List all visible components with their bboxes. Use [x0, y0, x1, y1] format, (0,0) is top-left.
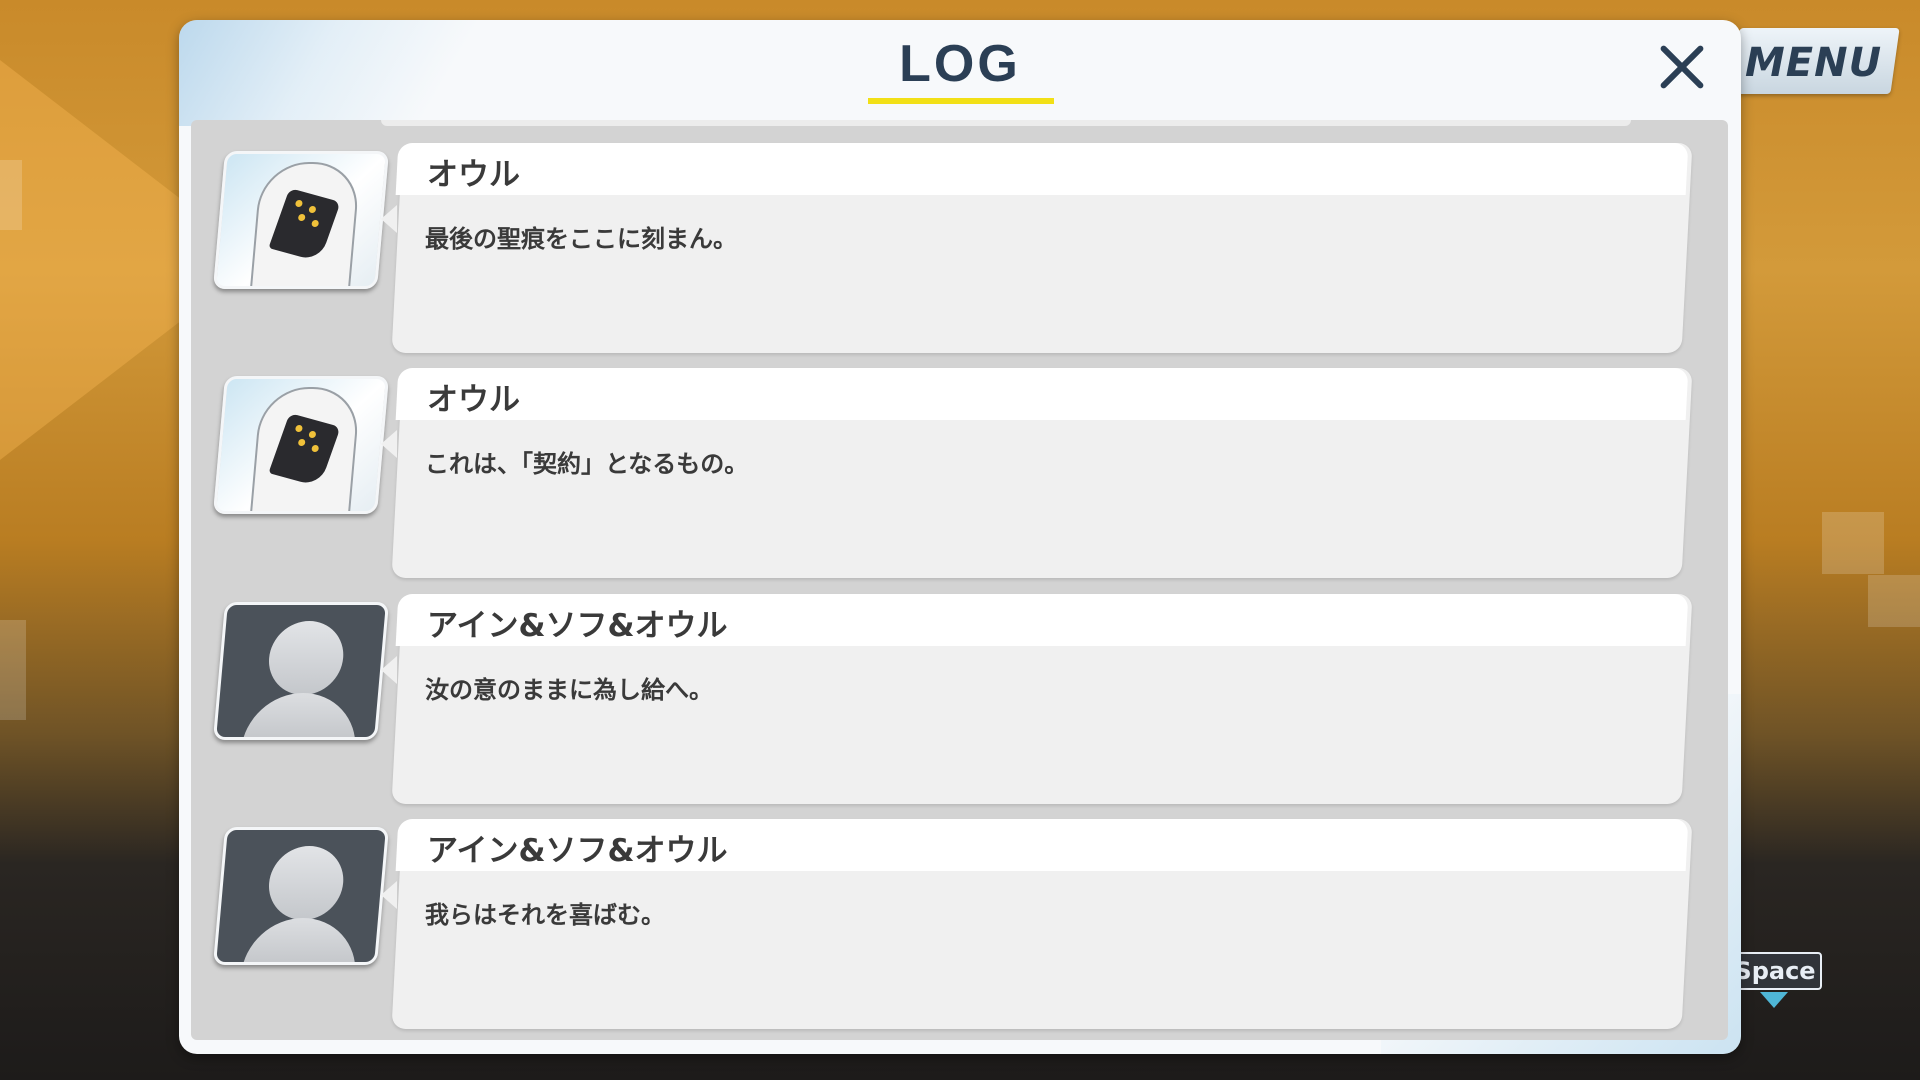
- dialogue-text: 我らはそれを喜ばむ。: [425, 901, 665, 929]
- log-entry: オウル これは、「契約」となるもの。: [191, 368, 1728, 583]
- dialogue-text: 最後の聖痕をここに刻まん。: [425, 225, 737, 253]
- silhouette-avatar-icon: [212, 602, 390, 740]
- log-panel: LOG オウル 最後の聖痕をここに刻まん。 オウル これは、「契約」となるもの。…: [179, 20, 1741, 1054]
- speaker-name: オウル: [427, 382, 520, 418]
- silhouette-avatar-icon: [212, 827, 390, 965]
- speaker-name: オウル: [427, 157, 520, 193]
- log-entry: アイン&ソフ&オウル 我らはそれを喜ばむ。: [191, 819, 1728, 1034]
- dialogue-bubble: オウル これは、「契約」となるもの。: [381, 368, 1701, 578]
- dialogue-text: これは、「契約」となるもの。: [425, 450, 749, 478]
- log-entry: オウル 最後の聖痕をここに刻まん。: [191, 143, 1728, 358]
- menu-label[interactable]: MENU: [1745, 40, 1881, 86]
- background-shape: [1868, 575, 1920, 627]
- log-entry: アイン&ソフ&オウル 汝の意のままに為し給へ。: [191, 594, 1728, 809]
- dialogue-bubble: アイン&ソフ&オウル 汝の意のままに為し給へ。: [381, 594, 1701, 804]
- close-button[interactable]: [1647, 32, 1717, 102]
- title-underline: [868, 98, 1054, 104]
- speaker-name: アイン&ソフ&オウル: [427, 608, 728, 644]
- background-shape: [0, 620, 26, 720]
- owl-portrait: [212, 151, 390, 289]
- background-shape: [1822, 512, 1884, 574]
- log-list[interactable]: オウル 最後の聖痕をここに刻まん。 オウル これは、「契約」となるもの。 アイン…: [191, 120, 1728, 1040]
- log-title: LOG: [899, 35, 1021, 93]
- background-shape: [0, 160, 22, 230]
- speaker-name: アイン&ソフ&オウル: [427, 833, 728, 869]
- down-arrow-icon: [1760, 992, 1788, 1008]
- owl-portrait: [212, 376, 390, 514]
- dialogue-bubble: オウル 最後の聖痕をここに刻まん。: [381, 143, 1701, 353]
- dialogue-bubble: アイン&ソフ&オウル 我らはそれを喜ばむ。: [381, 819, 1701, 1029]
- previous-entry-edge: [381, 120, 1631, 126]
- dialogue-text: 汝の意のままに為し給へ。: [425, 676, 713, 704]
- space-key-hint: Space: [1728, 952, 1822, 990]
